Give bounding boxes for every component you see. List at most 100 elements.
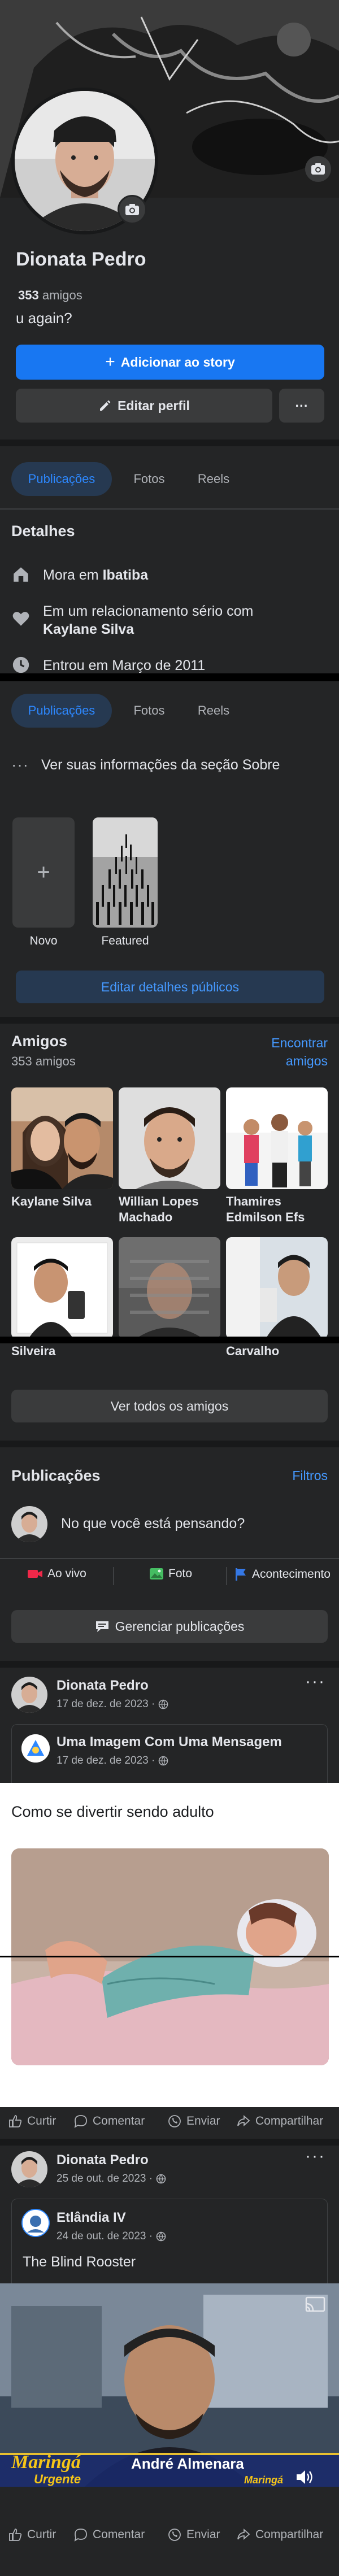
volume-icon[interactable] xyxy=(295,2469,314,2486)
shared-post-header[interactable] xyxy=(11,1724,328,1783)
friend-name[interactable]: Kaylane Silva xyxy=(11,1194,113,1209)
friend-photo[interactable] xyxy=(11,1237,113,1339)
plus-icon: + xyxy=(37,860,50,885)
tab-reels[interactable]: Reels xyxy=(188,694,240,728)
find-friends-link[interactable]: Encontrar amigos xyxy=(271,1034,328,1070)
like-button[interactable]: Curtir xyxy=(8,2114,56,2129)
friend-name[interactable]: Willian Lopes Machado xyxy=(119,1194,220,1225)
friend-photo[interactable] xyxy=(226,1087,328,1189)
section-divider xyxy=(0,1661,339,1668)
see-about-link[interactable]: ··· Ver suas informações da seção Sobre xyxy=(11,756,280,774)
shared-post-meta: 24 de out. de 2023 · xyxy=(56,2230,166,2243)
tab-publicacoes[interactable]: Publicações xyxy=(11,462,112,496)
friend-photo[interactable] xyxy=(11,1087,113,1189)
friend-name[interactable]: Silveira xyxy=(11,1343,113,1359)
post-author-avatar[interactable] xyxy=(11,2151,47,2187)
post-caption: Como se divertir sendo adulto xyxy=(11,1803,214,1820)
edit-profile-label: Editar perfil xyxy=(118,398,190,413)
friend-name[interactable]: Thamires Edmilson Efs xyxy=(226,1194,328,1225)
add-to-story-button[interactable]: + Adicionar ao story xyxy=(16,345,324,380)
share-label: Compartilhar xyxy=(255,2114,324,2127)
composer-input[interactable]: No que você está pensando? xyxy=(61,1516,245,1532)
screenshot-seam xyxy=(0,1956,339,1957)
shared-post-content[interactable]: Como se divertir sendo adulto xyxy=(0,1783,339,2107)
send-button[interactable]: Enviar xyxy=(167,2527,220,2542)
friend-card[interactable]: Kaylane Silva xyxy=(11,1087,113,1209)
friends-count[interactable]: 353 amigos xyxy=(18,288,82,303)
share-arrow-icon xyxy=(237,2114,250,2127)
shared-post-caption: The Blind Rooster xyxy=(23,2254,136,2270)
whatsapp-icon xyxy=(168,2529,181,2541)
tab-label: Publicações xyxy=(28,472,95,486)
add-featured-button[interactable]: + xyxy=(12,817,75,928)
comment-button[interactable]: Comentar xyxy=(73,2114,145,2129)
life-event-button[interactable]: Acontecimento xyxy=(234,1567,331,1582)
tab-fotos[interactable]: Fotos xyxy=(122,462,176,496)
see-all-friends-button[interactable]: Ver todos os amigos xyxy=(11,1390,328,1422)
friend-photo[interactable] xyxy=(119,1087,220,1189)
relationship-partner[interactable]: Kaylane Silva xyxy=(43,621,134,637)
action-separator xyxy=(113,1567,114,1585)
post-author-avatar[interactable] xyxy=(11,1677,47,1713)
shared-page-name[interactable]: Etlândia IV xyxy=(56,2210,126,2226)
like-button[interactable]: Curtir xyxy=(8,2527,56,2542)
more-options-label: ··· xyxy=(295,398,308,413)
cast-icon[interactable] xyxy=(304,2296,327,2314)
friend-card[interactable]: Willian Lopes Machado xyxy=(119,1087,220,1225)
lives-in-city[interactable]: Ibatiba xyxy=(103,567,149,583)
shared-page-name[interactable]: Uma Imagem Com Uma Mensagem xyxy=(56,1734,282,1750)
tab-publicacoes[interactable]: Publicações xyxy=(11,694,112,728)
find-friends-line1: Encontrar xyxy=(271,1035,328,1050)
whatsapp-icon xyxy=(168,2115,181,2127)
tab-reels[interactable]: Reels xyxy=(188,462,240,496)
share-label: Compartilhar xyxy=(255,2528,324,2541)
featured-collection-label: Featured xyxy=(101,934,149,947)
post-options-button[interactable]: ··· xyxy=(305,2147,325,2166)
edit-avatar-camera-button[interactable] xyxy=(118,195,147,224)
edit-cover-camera-button[interactable] xyxy=(305,156,331,182)
post-meta: 17 de dez. de 2023 · xyxy=(56,1698,168,1711)
share-button[interactable]: Compartilhar xyxy=(236,2114,323,2129)
friend-card[interactable] xyxy=(226,1237,328,1339)
friend-card[interactable]: Thamires Edmilson Efs xyxy=(226,1087,328,1225)
share-button[interactable]: Compartilhar xyxy=(236,2527,323,2542)
friend-photo[interactable] xyxy=(226,1237,328,1339)
tab-label: Reels xyxy=(197,703,230,717)
shared-post-date[interactable]: 17 de dez. de 2023 · xyxy=(56,1755,155,1767)
shared-post-date[interactable]: 24 de out. de 2023 · xyxy=(56,2230,153,2243)
live-video-button[interactable]: Ao vivo xyxy=(27,1567,86,1581)
send-label: Enviar xyxy=(186,2528,220,2541)
composer-divider xyxy=(0,1558,339,1559)
tab-label: Fotos xyxy=(133,472,165,486)
edit-public-details-button[interactable]: Editar detalhes públicos xyxy=(16,971,324,1003)
friend-card[interactable] xyxy=(11,1237,113,1339)
edit-profile-button[interactable]: Editar perfil xyxy=(16,389,272,423)
like-label: Curtir xyxy=(27,2114,56,2127)
comment-button[interactable]: Comentar xyxy=(73,2527,145,2542)
post-options-button[interactable]: ··· xyxy=(305,1672,325,1691)
post-date[interactable]: 25 de out. de 2023 · xyxy=(56,2173,153,2185)
friend-name[interactable]: Carvalho xyxy=(226,1343,328,1359)
shared-page-avatar[interactable] xyxy=(21,1734,50,1763)
home-icon xyxy=(14,567,28,582)
joined-text: Entrou em Março de 2011 xyxy=(43,658,206,673)
filters-link[interactable]: Filtros xyxy=(292,1468,328,1483)
more-options-button[interactable]: ··· xyxy=(279,389,324,423)
composer-avatar[interactable] xyxy=(11,1506,47,1542)
tab-fotos[interactable]: Fotos xyxy=(122,694,176,728)
post-date[interactable]: 17 de dez. de 2023 · xyxy=(56,1698,155,1711)
manage-posts-button[interactable]: Gerenciar publicações xyxy=(11,1610,328,1643)
shared-page-avatar[interactable] xyxy=(21,2209,50,2237)
friend-card[interactable] xyxy=(119,1237,220,1339)
featured-collection[interactable] xyxy=(93,817,158,928)
detail-lives-in: Mora em Ibatiba xyxy=(11,566,148,584)
pencil-icon xyxy=(100,400,111,411)
friend-photo[interactable] xyxy=(119,1237,220,1339)
video-person-name: André Almenara xyxy=(131,2455,244,2472)
post-author-name[interactable]: Dionata Pedro xyxy=(56,2152,149,2168)
send-button[interactable]: Enviar xyxy=(167,2114,220,2129)
post-author-name[interactable]: Dionata Pedro xyxy=(56,1678,149,1694)
photo-button[interactable]: Foto xyxy=(149,1567,192,1581)
friend-name-line: Kaylane Silva xyxy=(11,1194,92,1208)
globe-icon xyxy=(156,2174,166,2184)
